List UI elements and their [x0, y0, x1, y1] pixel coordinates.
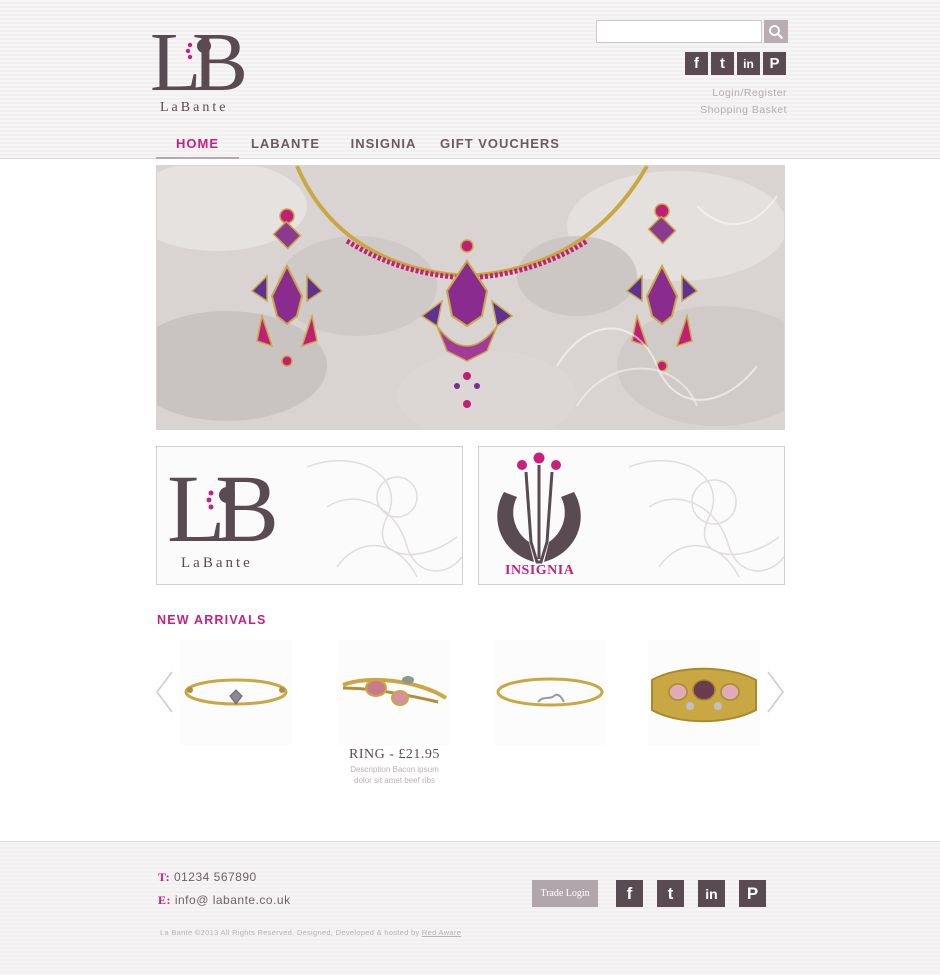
carousel-prev-arrow-icon[interactable]: [154, 670, 174, 714]
footer-email: E: info@ labante.co.uk: [158, 893, 291, 908]
bangle-image: [494, 640, 606, 745]
product-bangle-2[interactable]: [494, 640, 606, 745]
email-address[interactable]: info@ labante.co.uk: [175, 893, 291, 907]
linkedin-icon[interactable]: in: [698, 880, 725, 907]
search-input[interactable]: [596, 20, 762, 43]
header-social-links: f t in P: [685, 52, 786, 75]
pinterest-icon[interactable]: P: [763, 52, 786, 75]
insignia-panel-label: INSIGNIA: [505, 563, 575, 578]
twitter-icon[interactable]: t: [711, 52, 734, 75]
developer-link[interactable]: Red Aware: [422, 928, 461, 937]
facebook-icon[interactable]: f: [685, 52, 708, 75]
insignia-brand-panel[interactable]: INSIGNIA: [478, 446, 785, 585]
featured-product-caption: RING - £21.95 Description Bacon ipsum do…: [332, 747, 457, 785]
copyright-statement: La Bante ©2013 All Rights Reserved. Desi…: [160, 928, 422, 937]
nav-item-home[interactable]: HOME: [156, 130, 239, 159]
carousel-next-arrow-icon[interactable]: [766, 670, 786, 714]
login-register-link[interactable]: Login/Register: [700, 85, 787, 102]
email-label: E:: [158, 893, 171, 907]
copyright-text: La Bante ©2013 All Rights Reserved. Desi…: [160, 928, 461, 937]
footer-background: [0, 841, 940, 975]
hero-banner[interactable]: [156, 165, 785, 430]
main-nav: HOME LABANTE INSIGNIA GIFT VOUCHERS: [156, 130, 565, 159]
product-ring[interactable]: [338, 640, 450, 745]
new-arrivals-title: NEW ARRIVALS: [157, 613, 267, 627]
bangle-image: [180, 640, 292, 745]
trade-login-button[interactable]: Trade Login: [532, 880, 598, 907]
nav-item-gift-vouchers[interactable]: GIFT VOUCHERS: [435, 130, 565, 159]
product-cuff[interactable]: [648, 640, 760, 745]
shopping-basket-link[interactable]: Shopping Basket: [700, 102, 787, 119]
phone-label: T:: [158, 870, 171, 884]
footer-social-links: f t in P: [616, 880, 766, 907]
product-description-line: dolor sit amet beef ribs: [354, 776, 435, 785]
svg-text:B: B: [215, 455, 279, 562]
nav-item-labante[interactable]: LABANTE: [239, 130, 332, 159]
pinterest-icon[interactable]: P: [739, 880, 766, 907]
account-links: Login/Register Shopping Basket: [700, 85, 787, 119]
search-icon: [769, 24, 784, 39]
labante-panel-wordmark: LaBante: [181, 555, 253, 571]
nav-item-insignia[interactable]: INSIGNIA: [332, 130, 435, 159]
labante-brand-panel[interactable]: L B LaBante: [156, 446, 463, 585]
phone-number: 01234 567890: [173, 870, 257, 884]
product-bangle-1[interactable]: [180, 640, 292, 745]
product-name-price[interactable]: RING - £21.95: [332, 747, 457, 763]
hero-jewellery-image: [157, 166, 784, 429]
linkedin-icon[interactable]: in: [737, 52, 760, 75]
twitter-icon[interactable]: t: [657, 880, 684, 907]
facebook-icon[interactable]: f: [616, 880, 643, 907]
logo-wordmark: LaBante: [160, 100, 229, 115]
search-button[interactable]: [764, 20, 788, 43]
svg-text:B: B: [192, 18, 248, 109]
footer-phone: T: 01234 567890: [158, 870, 257, 885]
product-description-line: Description Bacon ipsum: [350, 765, 439, 774]
ring-image: [338, 640, 450, 745]
cuff-bracelet-image: [648, 640, 760, 745]
